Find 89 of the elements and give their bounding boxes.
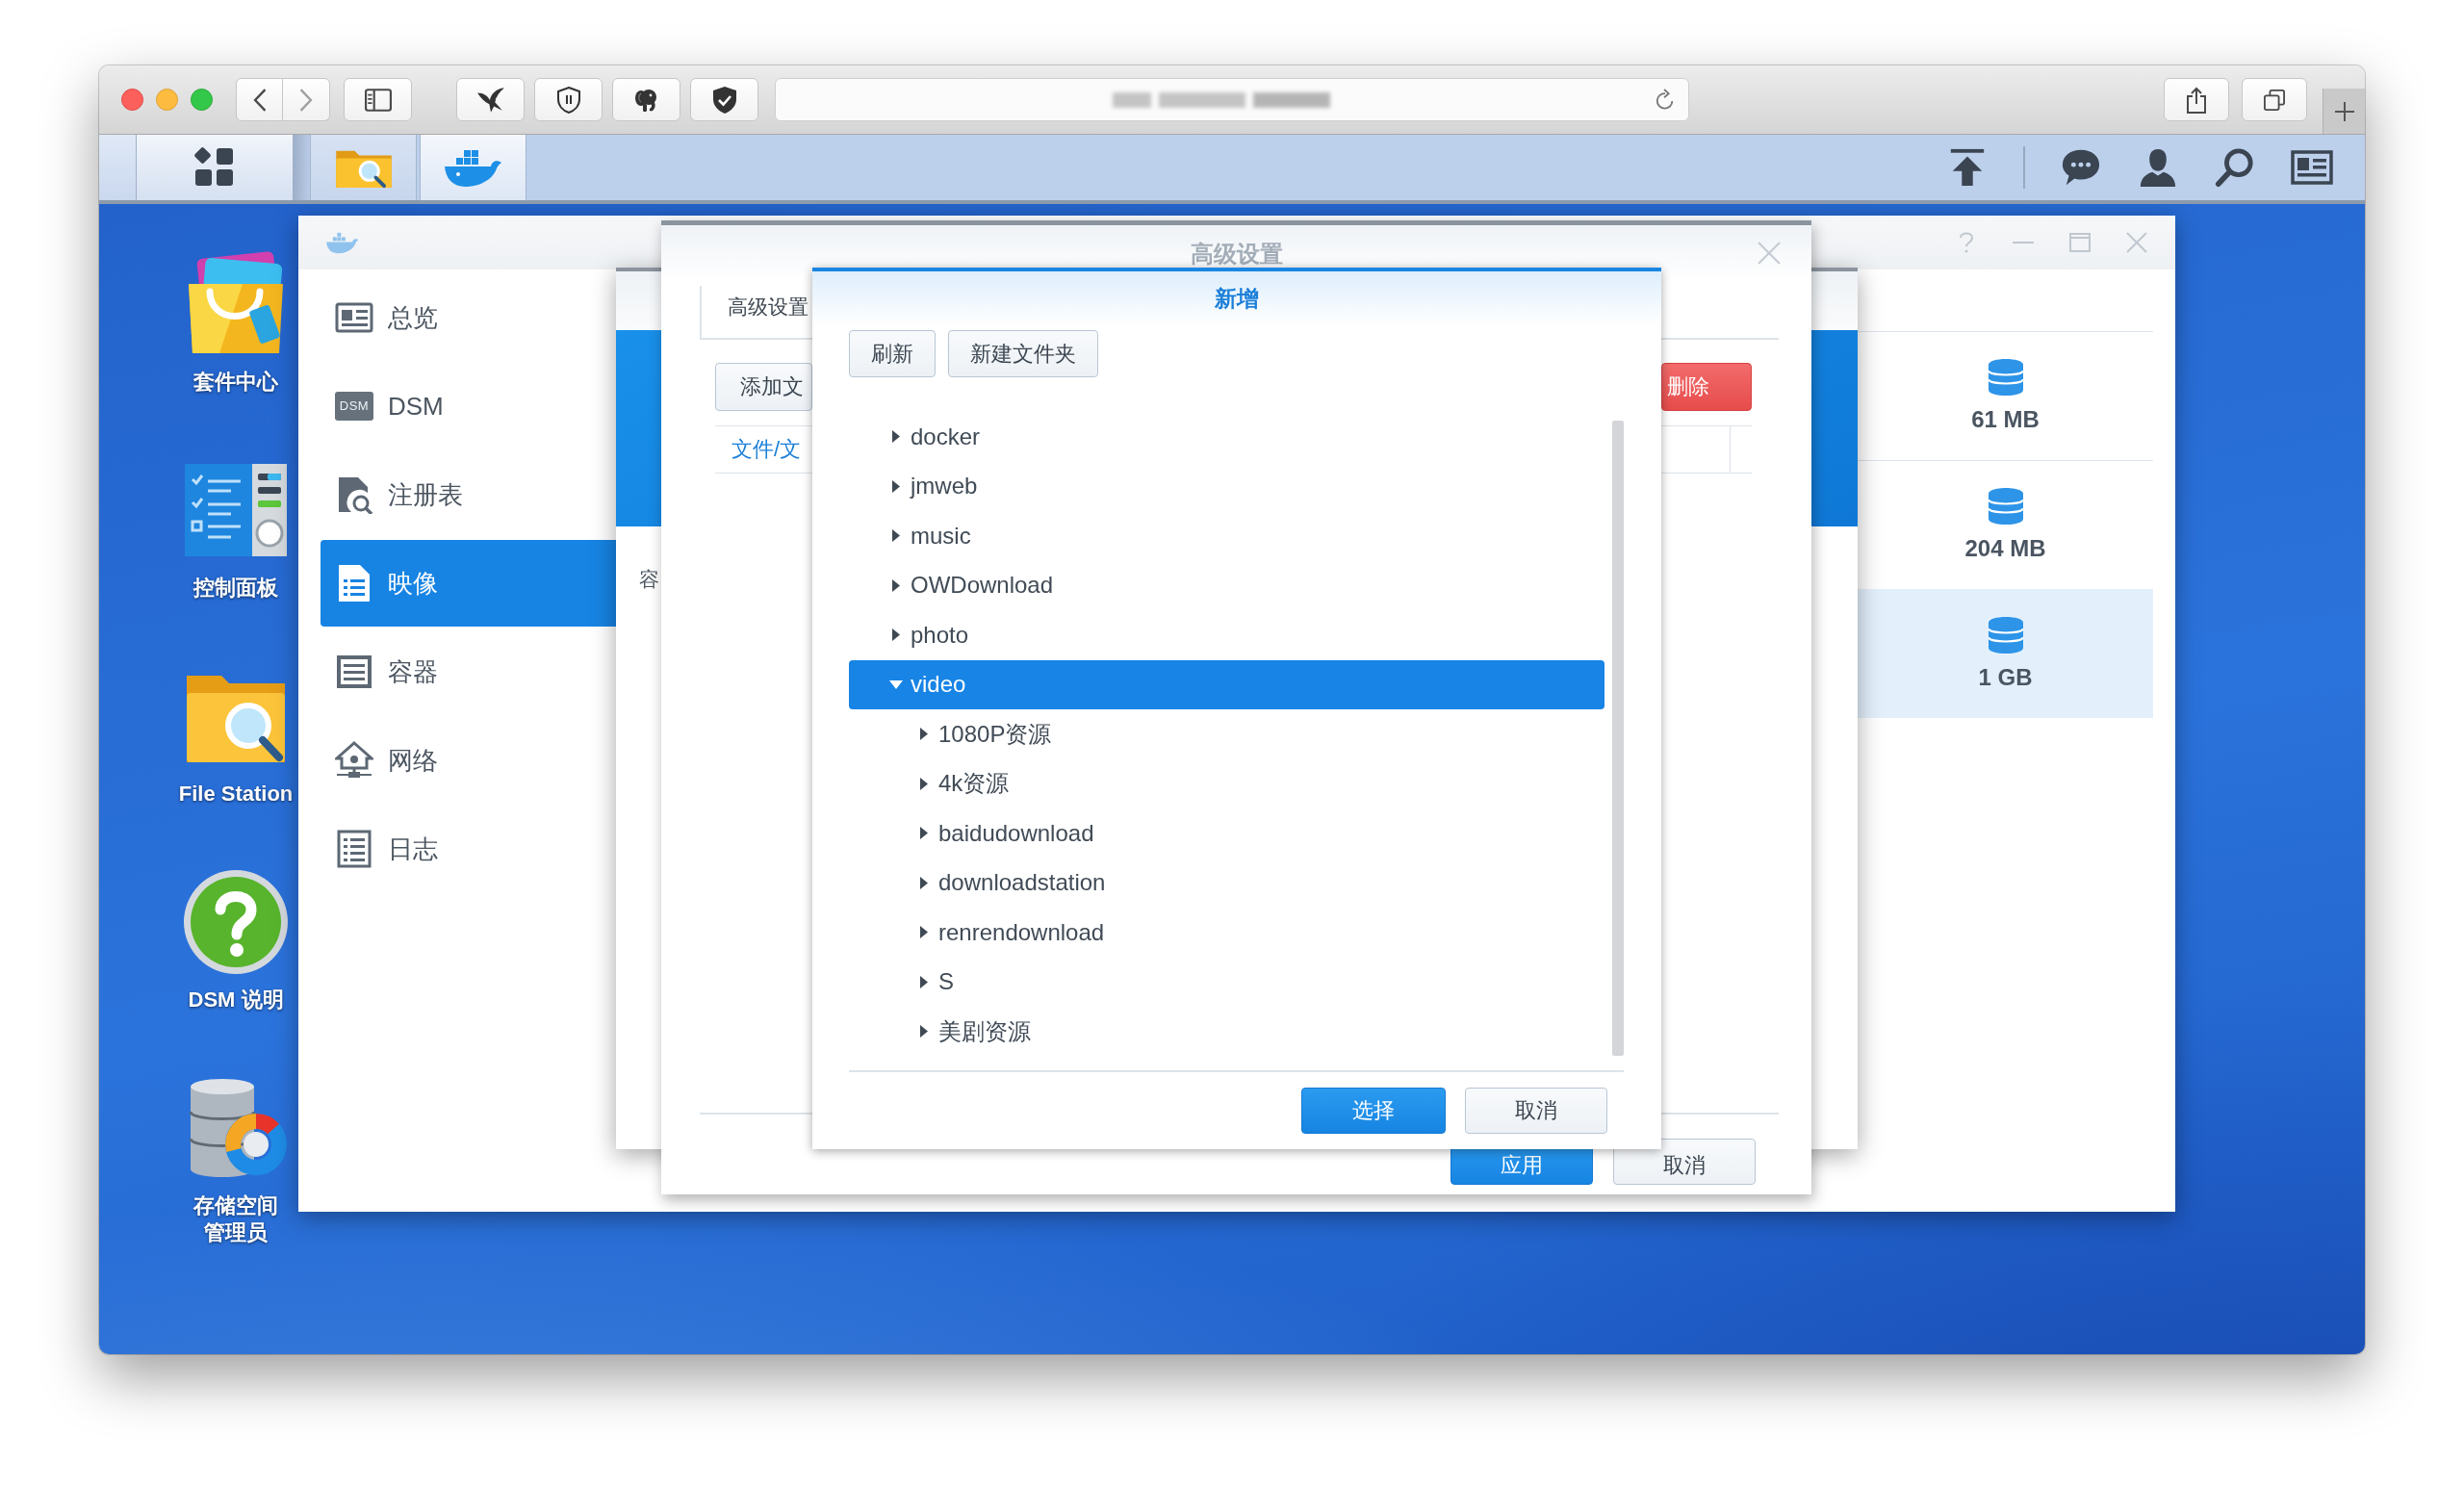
desktop-icon-label[interactable]: File Station bbox=[178, 781, 294, 808]
desktop-icon-label[interactable]: DSM 说明 bbox=[188, 987, 284, 1013]
add-button[interactable]: 添加文 bbox=[715, 363, 812, 411]
folder-item[interactable]: downloadstation bbox=[849, 858, 1604, 908]
house-network-icon bbox=[335, 741, 373, 780]
shield-check-icon bbox=[711, 86, 737, 114]
caret-down-icon[interactable] bbox=[889, 679, 903, 689]
desktop-icon-label[interactable]: 存储空间 bbox=[193, 1192, 278, 1219]
extension-button[interactable] bbox=[690, 78, 758, 121]
share-icon bbox=[2186, 86, 2207, 114]
stacked-bars-icon bbox=[335, 653, 373, 691]
caret-right-icon[interactable] bbox=[920, 975, 928, 988]
folder-item[interactable]: baidudownload bbox=[849, 808, 1604, 859]
caret-right-icon[interactable] bbox=[892, 479, 900, 493]
caret-right-icon[interactable] bbox=[892, 529, 900, 543]
dialog-title: 高级设置 bbox=[1190, 239, 1283, 269]
question-mark-icon[interactable] bbox=[183, 869, 289, 975]
sidebar-icon bbox=[364, 88, 392, 112]
database-icon bbox=[1988, 487, 2023, 525]
caret-right-icon[interactable] bbox=[920, 1025, 928, 1038]
address-field[interactable] bbox=[775, 78, 1689, 121]
image-size: 61 MB bbox=[1971, 404, 2040, 434]
secondary-button[interactable]: 取消 bbox=[1613, 1139, 1756, 1185]
plus-icon bbox=[2334, 101, 2354, 121]
tab[interactable]: 高级设置 bbox=[700, 286, 808, 338]
field-label: 容 bbox=[639, 567, 659, 592]
refresh-button[interactable]: 刷新 bbox=[849, 330, 936, 377]
folder-item[interactable]: 4k资源 bbox=[849, 758, 1604, 808]
chevron-right-icon bbox=[299, 88, 313, 112]
caret-right-icon[interactable] bbox=[920, 777, 928, 790]
folder-item[interactable]: OWDownload bbox=[849, 560, 1604, 610]
folder-item[interactable]: jmweb bbox=[849, 461, 1604, 511]
folder-item[interactable]: music bbox=[849, 511, 1604, 561]
folder-item[interactable]: renrendownload bbox=[849, 908, 1604, 958]
secondary-button[interactable]: 取消 bbox=[1465, 1087, 1607, 1134]
back-button[interactable] bbox=[236, 78, 283, 121]
chat-icon[interactable] bbox=[2060, 147, 2102, 188]
extension-button[interactable] bbox=[612, 78, 680, 121]
scrollbar[interactable] bbox=[1612, 421, 1624, 1056]
sidebar-item[interactable]: 网络 bbox=[321, 717, 616, 804]
caret-right-icon[interactable] bbox=[892, 430, 900, 444]
caret-right-icon[interactable] bbox=[920, 876, 928, 889]
image-size: 1 GB bbox=[1978, 662, 2033, 692]
caret-right-icon[interactable] bbox=[920, 728, 928, 741]
extension-button[interactable] bbox=[534, 78, 603, 121]
sidebar-item[interactable]: DSM DSM bbox=[321, 363, 616, 449]
folder-item[interactable]: 1080P资源 bbox=[849, 709, 1604, 759]
dsm-badge: DSM bbox=[335, 392, 373, 421]
reload-icon[interactable] bbox=[1655, 88, 1676, 112]
desktop-icon-label[interactable]: 套件中心 bbox=[193, 369, 278, 396]
sidebar-item[interactable]: 日志 bbox=[321, 806, 616, 892]
sidebar-item[interactable]: 注册表 bbox=[321, 451, 616, 538]
tabs-button[interactable] bbox=[2242, 78, 2307, 121]
taskbar-app-button[interactable] bbox=[420, 135, 526, 200]
caret-right-icon[interactable] bbox=[920, 827, 928, 840]
folder-item[interactable]: docker bbox=[849, 412, 1604, 462]
bird-icon bbox=[475, 86, 505, 114]
caret-right-icon[interactable] bbox=[892, 628, 900, 642]
sidebar-item[interactable]: 总览 bbox=[321, 274, 616, 361]
close-window-icon[interactable] bbox=[121, 89, 143, 111]
sidebar-item[interactable]: 容器 bbox=[321, 628, 616, 715]
dialog-title: 新增 bbox=[1215, 284, 1259, 313]
image-row[interactable]: 1 GB bbox=[1858, 589, 2153, 718]
new-tab-button[interactable] bbox=[2323, 89, 2365, 134]
caret-right-icon[interactable] bbox=[892, 578, 900, 592]
image-size: 204 MB bbox=[1964, 533, 2046, 563]
desktop-icon-label[interactable]: 管理员 bbox=[204, 1219, 268, 1246]
shield-icon bbox=[555, 86, 581, 114]
list-icon bbox=[335, 830, 373, 868]
folder-item[interactable]: video bbox=[849, 659, 1604, 709]
main-menu-button[interactable] bbox=[137, 135, 294, 200]
chevron-left-icon bbox=[252, 88, 267, 112]
desktop-icon-label[interactable]: 控制面板 bbox=[193, 575, 278, 602]
folder-item[interactable]: S bbox=[849, 957, 1604, 1007]
folder-item[interactable]: 美剧资源 bbox=[849, 1007, 1604, 1057]
database-icon bbox=[1988, 358, 2023, 396]
search-icon[interactable] bbox=[2214, 147, 2256, 188]
folder-item[interactable]: photo bbox=[849, 610, 1604, 660]
id-card-icon[interactable] bbox=[2291, 147, 2333, 188]
caret-right-icon[interactable] bbox=[920, 926, 928, 939]
extension-button[interactable] bbox=[456, 78, 525, 121]
database-icon bbox=[1988, 616, 2023, 654]
whale-icon bbox=[325, 230, 360, 255]
image-row[interactable]: 61 MB bbox=[1858, 331, 2153, 460]
sidebar-button[interactable] bbox=[344, 78, 412, 121]
grid-icon bbox=[193, 146, 236, 189]
sidebar-item[interactable]: 映像 bbox=[321, 540, 616, 627]
share-button[interactable] bbox=[2164, 78, 2229, 121]
new-folder-button[interactable]: 新建文件夹 bbox=[948, 330, 1098, 377]
